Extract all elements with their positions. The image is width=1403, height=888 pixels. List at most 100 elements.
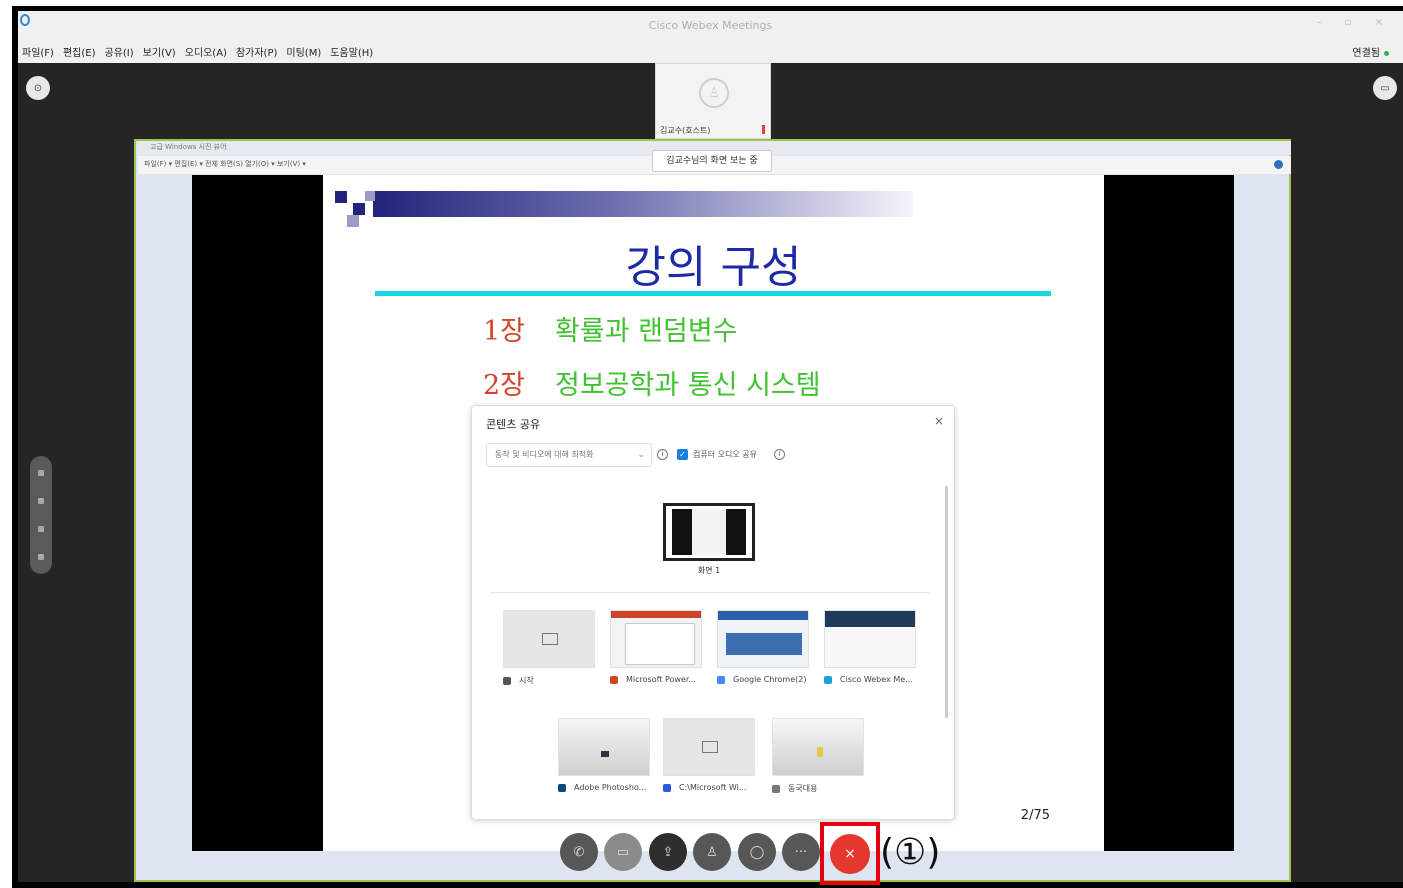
- more-button[interactable]: ···: [782, 833, 820, 871]
- app-label: Adobe Photosho...: [558, 783, 650, 792]
- menu-item[interactable]: 미팅(M): [286, 44, 321, 59]
- folder-icon: [772, 784, 780, 793]
- share-button[interactable]: ⇪: [649, 833, 687, 871]
- app-powerpoint[interactable]: Microsoft Power...: [610, 610, 702, 684]
- slide-item: 1장 확률과 랜덤변수: [483, 309, 738, 348]
- app-thumb-slide: [625, 623, 695, 665]
- participants-icon: ♙: [706, 844, 718, 860]
- info-icon[interactable]: i: [774, 449, 785, 460]
- audio-share-checkbox[interactable]: ✓: [677, 449, 688, 460]
- share-icon: ⇪: [662, 844, 674, 860]
- info-icon[interactable]: i: [657, 449, 668, 460]
- slide-item-text: 확률과 랜덤변수: [555, 316, 738, 347]
- end-meeting-highlight: ×: [820, 822, 880, 885]
- more-icon: ···: [794, 844, 808, 860]
- close-icon: ×: [844, 845, 856, 862]
- app-label: 시작: [503, 675, 595, 686]
- slide-rule: [375, 291, 1051, 296]
- window-controls[interactable]: – ▫ ×: [1316, 17, 1393, 28]
- video-button[interactable]: ▭: [604, 833, 642, 871]
- app-thumbnail: [824, 610, 916, 668]
- participant-name: 김교수(호스트): [660, 126, 711, 135]
- help-icon: [1274, 160, 1283, 169]
- menu-item[interactable]: 공유(I): [105, 44, 134, 59]
- screen-thumb-content: [672, 509, 746, 555]
- slide-page-number: 2/75: [1020, 808, 1050, 823]
- explorer-icon: [663, 783, 671, 792]
- menu-item[interactable]: 오디오(A): [185, 44, 227, 59]
- app-photoshop[interactable]: Adobe Photosho...: [558, 718, 650, 792]
- app-chrome[interactable]: Google Chrome(2): [717, 610, 809, 684]
- menu-bar: 파일(F) 편집(E) 공유(I) 보기(V) 오디오(A) 참가자(P) 미팅(M) 도움말…: [18, 40, 1403, 63]
- avatar-icon: ♙: [699, 78, 729, 108]
- app-thumb-mark: [817, 747, 823, 757]
- dialog-scrollbar[interactable]: [945, 486, 948, 718]
- app-folder[interactable]: 동국대용: [772, 718, 864, 794]
- photoshop-icon: [558, 783, 566, 792]
- slide-decor-square: [353, 203, 365, 215]
- app-thumb-ribbon: [611, 611, 701, 618]
- app-thumb-header: [825, 611, 915, 627]
- participants-button[interactable]: ♙: [693, 833, 731, 871]
- menu-item[interactable]: 참가자(P): [236, 44, 277, 59]
- audio-button[interactable]: ✆: [560, 833, 598, 871]
- panel-icon: [38, 526, 44, 532]
- app-icon: [503, 676, 511, 685]
- connection-label: 연결됨: [1352, 48, 1380, 59]
- app-label-text: C:\Microsoft Wi...: [679, 783, 747, 792]
- viewing-label: 김교수님의 화면 보는 중: [652, 150, 772, 172]
- dialog-divider: [490, 592, 930, 593]
- end-meeting-button[interactable]: ×: [830, 833, 870, 874]
- menu-item[interactable]: 도움말(H): [330, 44, 373, 59]
- close-icon[interactable]: ×: [934, 414, 944, 428]
- slide-item-number: 2장: [483, 370, 526, 401]
- panel-icon: [38, 498, 44, 504]
- side-panel-toggle[interactable]: [30, 456, 52, 574]
- info-icon[interactable]: ⊙: [26, 76, 50, 100]
- layout-icon[interactable]: ▭: [1373, 76, 1397, 100]
- app-label: Google Chrome(2): [717, 675, 809, 684]
- optimize-select[interactable]: 동작 및 비디오에 대해 최적화 ⌄: [486, 443, 652, 467]
- slide-item: 2장 정보공학과 통신 시스템: [483, 363, 821, 402]
- app-label-text: 동국대용: [788, 784, 818, 793]
- connection-status[interactable]: 연결됨: [1352, 44, 1389, 59]
- chat-icon: ◯: [749, 844, 765, 860]
- chevron-down-icon: ⌄: [637, 450, 645, 460]
- menu-item[interactable]: 보기(V): [143, 44, 176, 59]
- webex-icon: [824, 675, 832, 684]
- panel-icon: [38, 470, 44, 476]
- app-explorer[interactable]: C:\Microsoft Wi...: [663, 718, 755, 792]
- app-label-text: Cisco Webex Me...: [840, 675, 913, 684]
- video-icon: ▭: [616, 844, 630, 860]
- app-thumbnail: [610, 610, 702, 668]
- screen-1-thumbnail[interactable]: [663, 503, 755, 561]
- app-thumbnail: [663, 718, 755, 776]
- slide-item-number: 1장: [483, 316, 526, 347]
- app-thumbnail: [558, 718, 650, 776]
- app-thumbnail: [772, 718, 864, 776]
- menu-item[interactable]: 파일(F): [22, 44, 54, 59]
- chrome-icon: [717, 675, 725, 684]
- optimize-select-value: 동작 및 비디오에 대해 최적화: [495, 450, 594, 459]
- app-start[interactable]: 시작: [503, 610, 595, 686]
- app-thumbnail: [717, 610, 809, 668]
- window-icon: [702, 741, 718, 753]
- menu-item[interactable]: 편집(E): [63, 44, 96, 59]
- participant-tile[interactable]: ♙ 김교수(호스트): [655, 63, 771, 139]
- app-thumbnail: [503, 610, 595, 668]
- slide-heading: 강의 구성: [625, 242, 802, 293]
- share-content-dialog: 콘텐츠 공유 × 동작 및 비디오에 대해 최적화 ⌄ i ✓ 컴퓨터 오디오 …: [471, 405, 955, 820]
- app-label-text: Adobe Photosho...: [574, 783, 647, 792]
- app-thumb-banner: [726, 633, 802, 655]
- black-frame-bottom: [12, 882, 1403, 888]
- mic-icon: [762, 125, 765, 134]
- app-thumb-mark: [601, 751, 609, 757]
- app-thumb-header: [718, 611, 808, 620]
- app-webex[interactable]: Cisco Webex Me...: [824, 610, 916, 684]
- slide-decor-square: [347, 215, 359, 227]
- slide-banner: [373, 191, 913, 217]
- app-label: Microsoft Power...: [610, 675, 702, 684]
- step-callout: (①): [880, 832, 941, 873]
- chat-button[interactable]: ◯: [738, 833, 776, 871]
- panel-icon: [38, 554, 44, 560]
